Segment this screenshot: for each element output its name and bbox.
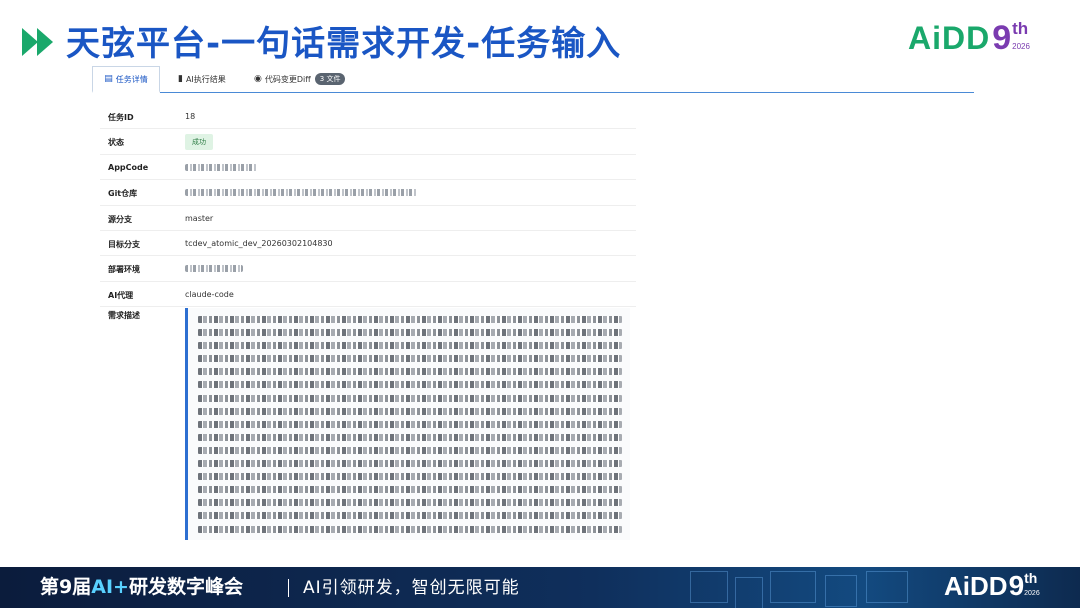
blurred-text-line — [198, 460, 622, 468]
slide-title: 天弦平台-一句话需求开发-任务输入 — [66, 24, 622, 64]
logo-th: th — [1012, 19, 1029, 38]
row-label: AppCode — [108, 162, 149, 172]
blurred-text-line — [198, 355, 622, 363]
tab-ai-result[interactable]: ▮ AI执行结果 — [178, 66, 226, 92]
blurred-text-line — [198, 499, 622, 507]
footer-decoration — [866, 571, 908, 603]
blurred-value — [185, 188, 417, 197]
logo-text: AiDD — [944, 571, 1008, 601]
detail-row-ai-agent: AI代理 claude-code — [100, 282, 636, 308]
event-suffix: 研发数字峰会 — [128, 576, 243, 598]
logo-sup: th 2026 — [1024, 571, 1040, 598]
footer-decoration — [690, 571, 728, 603]
blurred-text-line — [198, 407, 622, 415]
row-value: master — [185, 213, 214, 223]
footer-decoration — [735, 577, 763, 608]
blurred-text-line — [198, 512, 622, 520]
double-play-arrow-icon — [22, 28, 53, 56]
row-label: 状态 — [108, 138, 124, 148]
blurred-text-line — [198, 329, 622, 337]
logo-year: 2026 — [1024, 590, 1040, 597]
logo-text: AiDD — [908, 20, 991, 56]
row-value: 18 — [185, 112, 196, 121]
slide-header: 天弦平台-一句话需求开发-任务输入 AiDD 9 th 2026 — [0, 0, 1080, 70]
row-label: 任务ID — [108, 113, 134, 122]
blurred-value — [185, 163, 257, 172]
blurred-value — [185, 264, 243, 273]
status-badge: 成功 — [185, 134, 213, 151]
logo-year: 2026 — [1012, 42, 1030, 51]
requirement-label: 需求描述 — [108, 311, 140, 320]
footer-aidd-logo: AiDD 9 th 2026 — [944, 570, 1040, 602]
footer-divider — [288, 579, 289, 597]
tab-code-diff[interactable]: ◉ 代码变更Diff 3 文件 — [254, 66, 346, 92]
task-tabs: ▤ 任务详情 ▮ AI执行结果 ◉ 代码变更Diff 3 文件 — [92, 66, 974, 93]
detail-row-appcode: AppCode — [100, 155, 636, 181]
blurred-text-line — [198, 433, 622, 441]
tab-label: 代码变更Diff — [264, 74, 311, 84]
blurred-text-line — [198, 316, 622, 323]
blurred-text-line — [198, 446, 622, 454]
event-slogan: AI引领研发，智创无限可能 — [303, 578, 520, 598]
detail-row-deploy-env: 部署环境 — [100, 256, 636, 282]
blurred-text-line — [198, 473, 622, 481]
blurred-text-line — [198, 381, 622, 389]
bookmark-icon: ▮ — [178, 74, 183, 84]
document-icon: ▤ — [104, 74, 113, 84]
tab-task-details[interactable]: ▤ 任务详情 — [92, 66, 160, 93]
logo-nine: 9 — [992, 19, 1012, 57]
event-prefix: 第9届 — [40, 576, 92, 598]
logo-th: th — [1024, 570, 1038, 586]
tab-label: AI执行结果 — [185, 74, 226, 84]
event-name: 第9届AI+研发数字峰会 — [40, 573, 243, 601]
row-label: 部署环境 — [108, 265, 140, 275]
blurred-text-line — [198, 420, 622, 428]
eye-icon: ◉ — [254, 74, 262, 84]
footer-decoration — [770, 571, 816, 603]
logo-nine: 9 — [1008, 570, 1025, 601]
detail-row-task-id: 任务ID 18 — [100, 104, 636, 130]
detail-row-git-repo: Git仓库 — [100, 180, 636, 206]
footer-decoration — [825, 575, 857, 607]
task-detail-table: 任务ID 18 状态 成功 AppCode Git仓库 源分支 master 目… — [100, 104, 636, 308]
row-label: AI代理 — [108, 290, 134, 300]
row-value: claude-code — [185, 289, 234, 299]
logo-sup: th 2026 — [1012, 20, 1030, 52]
blurred-text-line — [198, 394, 622, 402]
event-accent: AI+ — [91, 576, 129, 598]
detail-row-status: 状态 成功 — [100, 129, 636, 155]
aidd-logo: AiDD 9 th 2026 — [908, 20, 1030, 60]
blurred-text-line — [198, 342, 622, 350]
blurred-text-line — [198, 486, 622, 494]
row-label: Git仓库 — [108, 189, 138, 199]
event-footer: 第9届AI+研发数字峰会 AI引领研发，智创无限可能 AiDD 9 th 202… — [0, 567, 1080, 608]
row-label: 目标分支 — [108, 239, 140, 249]
detail-row-target-branch: 目标分支 tcdev_atomic_dev_20260302104830 — [100, 231, 636, 257]
row-label: 源分支 — [108, 214, 132, 224]
blurred-text-line — [198, 368, 622, 376]
requirement-description — [185, 308, 630, 540]
row-value: tcdev_atomic_dev_20260302104830 — [185, 238, 333, 248]
detail-row-source-branch: 源分支 master — [100, 206, 636, 231]
file-count-badge: 3 文件 — [314, 73, 346, 85]
tab-label: 任务详情 — [115, 74, 148, 84]
blurred-text-line — [198, 525, 622, 533]
